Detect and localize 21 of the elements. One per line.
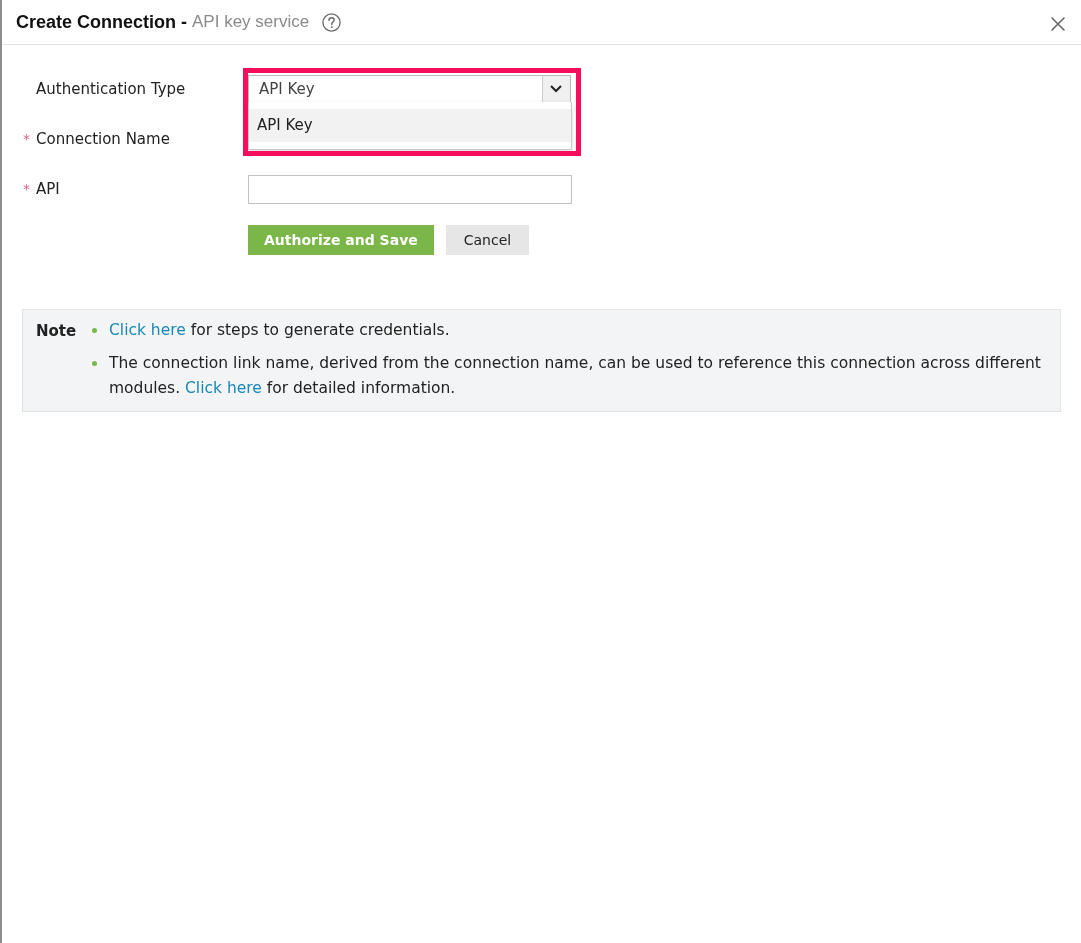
note-text: Click here for steps to generate credentials. xyxy=(109,320,450,341)
close-icon[interactable] xyxy=(1051,17,1065,31)
dropdown-option[interactable]: API Key xyxy=(249,109,571,142)
note-title: Note xyxy=(36,321,78,342)
dialog-subtitle: API key service xyxy=(192,11,310,34)
chevron-down-icon[interactable] xyxy=(542,76,570,102)
required-asterisk: * xyxy=(23,130,30,147)
required-asterisk: * xyxy=(23,180,30,197)
authentication-type-select[interactable]: API Key xyxy=(248,75,571,103)
dialog-title: Create Connection - xyxy=(16,10,188,34)
bullet-dot-icon xyxy=(92,361,97,366)
note-text: The connection link name, derived from the connection name, can be used to reference this connection across different modules. Click here for detailed information. xyxy=(109,353,1042,399)
click-here-link[interactable]: Click here xyxy=(109,321,186,339)
help-icon[interactable] xyxy=(322,12,342,32)
text-input-field[interactable] xyxy=(248,174,572,204)
click-here-link[interactable]: Click here xyxy=(185,379,262,397)
field-label: Authentication Type xyxy=(36,78,186,100)
field-label: API xyxy=(36,178,60,200)
bullet-dot-icon xyxy=(92,328,97,333)
field-label: Connection Name xyxy=(36,128,170,150)
cancel-button[interactable]: Cancel xyxy=(445,225,530,255)
